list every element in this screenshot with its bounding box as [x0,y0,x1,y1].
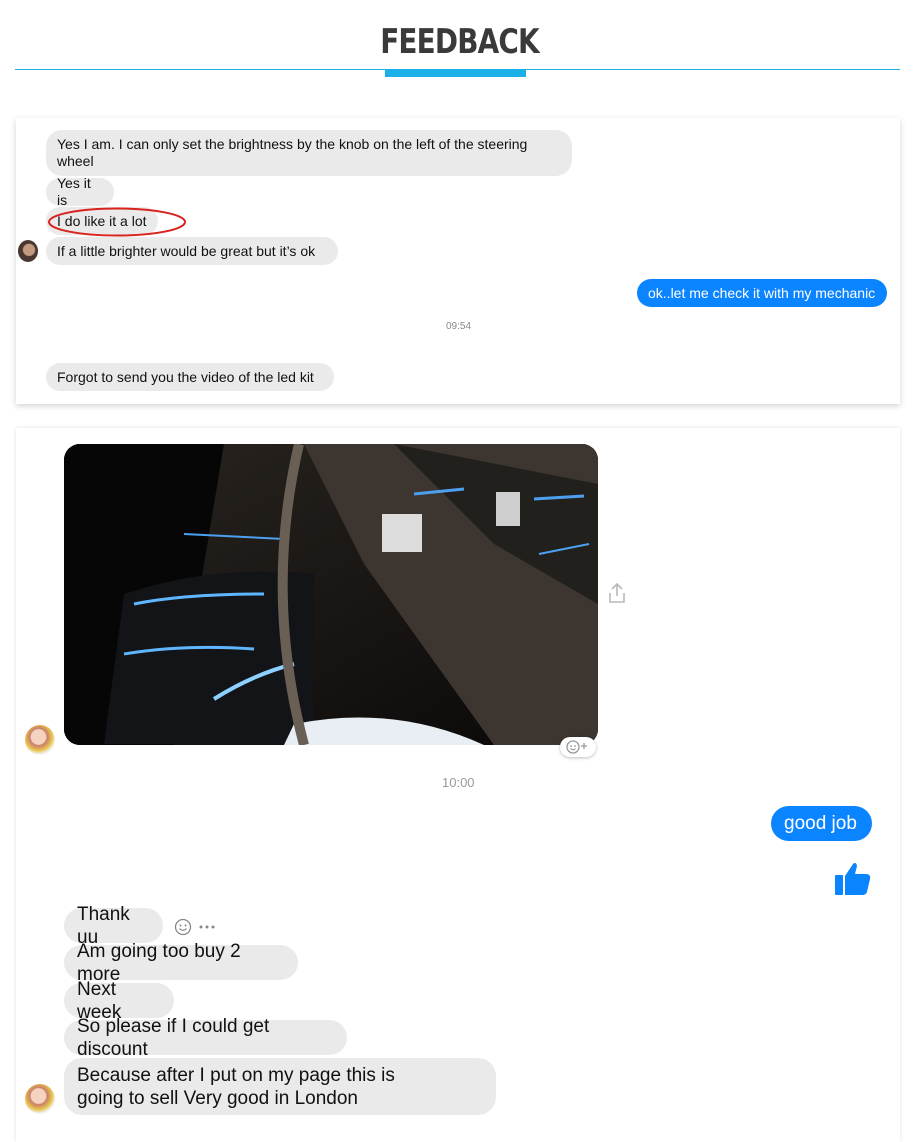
message-text: Yes it is [57,175,91,208]
avatar [25,1084,55,1114]
message-text: Because after I put on my page this is g… [77,1064,395,1109]
message-bubble: Thank uu [64,904,163,948]
message-bubble: Yes I am. I can only set the brightness … [46,130,572,176]
share-icon[interactable] [608,582,626,604]
avatar [25,725,55,755]
avatar [18,240,38,262]
car-interior-image [64,444,598,745]
header-accent-bar [385,69,526,77]
emoji-react-icon[interactable] [560,737,596,757]
emoji-react-icon[interactable] [174,918,192,936]
message-bubble: Forgot to send you the video of the led … [46,363,334,391]
timestamp: 09:54 [446,321,472,332]
page-header: FEEDBACK [0,0,919,80]
page-title: FEEDBACK [380,22,539,62]
video-thumbnail[interactable] [64,444,598,745]
message-text: good job [784,813,857,834]
message-text: ok..let me check it with my mechanic [648,284,876,301]
thumbs-up-icon [833,858,873,898]
message-bubble-outgoing: ok..let me check it with my mechanic [637,279,887,307]
message-text: Yes I am. I can only set the brightness … [57,136,528,169]
message-bubble: Am going too buy 2 more [64,941,298,985]
message-text: If a little brighter would be great but … [57,242,316,259]
message-bubble-outgoing: good job [771,806,872,841]
message-bubble: Because after I put on my page this is g… [64,1058,496,1115]
more-icon[interactable] [198,918,216,936]
message-bubble: Yes it is [46,175,114,208]
message-text: Forgot to send you the video of the led … [57,368,314,385]
chat-screenshot-2: 10:00 good job Thank uu Am going too buy… [16,428,900,1142]
message-bubble: Next week [64,979,174,1023]
message-bubble: So please if I could get discount [64,1016,347,1060]
message-text: So please if I could get discount [77,1015,270,1060]
timestamp: 10:00 [442,775,475,790]
highlight-ellipse [48,207,186,237]
chat-screenshot-1: Yes I am. I can only set the brightness … [16,118,900,404]
message-bubble: If a little brighter would be great but … [46,237,338,265]
